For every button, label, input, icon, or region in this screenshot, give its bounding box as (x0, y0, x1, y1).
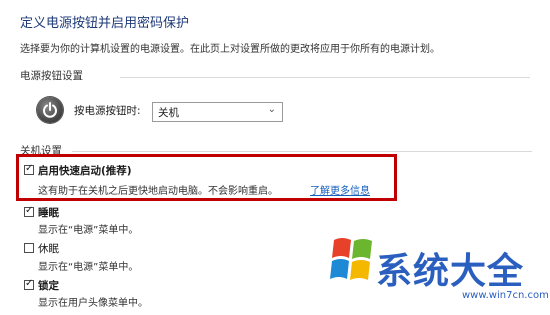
watermark-brand: 系统大全 (376, 251, 525, 292)
power-button-action-value: 关机 (158, 107, 179, 119)
chevron-down-icon: ⌄ (267, 104, 276, 115)
learn-more-link[interactable]: 了解更多信息 (310, 182, 370, 197)
page-title: 定义电源按钮并启用密码保护 (20, 16, 190, 31)
lock-description: 显示在用户头像菜单中。 (38, 298, 148, 309)
fast-startup-label: 启用快速启动(推荐) (38, 165, 132, 177)
power-button-label: 按电源按钮时: (74, 105, 141, 117)
power-icon (37, 97, 63, 123)
sleep-label: 睡眠 (38, 207, 59, 219)
lock-checkbox[interactable]: ✓ (24, 278, 34, 290)
windows-logo-icon (330, 234, 376, 290)
checkmark-icon: ✓ (25, 278, 34, 289)
hibernate-description: 显示在“电源”菜单中。 (38, 262, 139, 273)
fast-startup-checkbox[interactable]: ✓ (24, 163, 34, 175)
fast-startup-description: 这有助于在关机之后更快地启动电脑。不会影响重启。 (38, 186, 278, 197)
sleep-checkbox[interactable]: ✓ (24, 205, 34, 217)
checkmark-icon: ✓ (25, 205, 34, 216)
sleep-description: 显示在“电源”菜单中。 (38, 225, 139, 236)
checkmark-icon: ✓ (25, 163, 34, 174)
power-button-section-heading: 电源按钮设置 (20, 70, 83, 82)
power-button-action-select[interactable]: 关机 ⌄ (152, 102, 283, 122)
lock-label: 锁定 (38, 280, 59, 292)
hibernate-checkbox[interactable] (24, 243, 34, 253)
watermark-url: www.win7cn.com (462, 290, 549, 301)
page-description: 选择要为你的计算机设置的电源设置。在此页上对设置所做的更改将应用于你所有的电源计… (20, 44, 440, 55)
section-divider (72, 151, 532, 152)
hibernate-label: 休眠 (38, 243, 59, 255)
section-divider (120, 77, 530, 78)
